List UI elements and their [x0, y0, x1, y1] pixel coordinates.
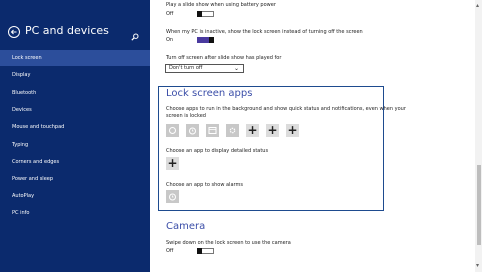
sidebar-item-autoplay[interactable]: AutoPlay [0, 188, 150, 204]
camera-state: Off [166, 248, 174, 254]
lock-app-slot-4[interactable] [226, 124, 239, 137]
plus-icon: + [287, 123, 298, 137]
lock-app-slot-1[interactable] [166, 124, 179, 137]
lock-app-slot-3[interactable] [206, 124, 219, 137]
battery-slideshow-toggle[interactable] [197, 11, 214, 17]
camera-desc: Swipe down on the lock screen to use the… [166, 240, 291, 246]
lock-app-slot-2[interactable] [186, 124, 199, 137]
inactive-lockscreen-toggle[interactable] [197, 37, 214, 43]
plus-icon: + [167, 156, 178, 170]
plus-icon: + [267, 123, 278, 137]
back-arrow-icon[interactable] [8, 26, 20, 38]
detailed-status-label: Choose an app to display detailed status [166, 148, 269, 154]
add-lock-app-button-2[interactable]: + [266, 124, 279, 137]
battery-slideshow-label: Play a slide show when using battery pow… [166, 2, 276, 8]
sidebar-item-lock-screen[interactable]: Lock screen [0, 50, 150, 66]
turnoff-screen-dropdown[interactable]: Don't turn off ⌄ [165, 64, 244, 73]
scroll-down-icon[interactable]: ▾ [476, 262, 479, 269]
camera-toggle[interactable] [197, 248, 214, 254]
inactive-lockscreen-label: When my PC is inactive, show the lock sc… [166, 29, 363, 35]
sidebar: PC and devices Lock screen Display Bluet… [0, 0, 150, 272]
sidebar-item-typing[interactable]: Typing [0, 137, 150, 153]
alarms-app-slot[interactable] [166, 190, 179, 203]
sidebar-item-corners-and-edges[interactable]: Corners and edges [0, 154, 150, 170]
chevron-down-icon: ⌄ [233, 65, 239, 72]
lock-apps-desc-line1: Choose apps to run in the background and… [166, 106, 406, 112]
battery-slideshow-state: Off [166, 11, 174, 17]
sidebar-item-pc-info[interactable]: PC info [0, 205, 150, 221]
turnoff-screen-value: Don't turn off [169, 65, 203, 71]
lock-screen-apps-title: Lock screen apps [166, 88, 253, 99]
inactive-lockscreen-state: On [166, 37, 174, 43]
sidebar-item-mouse-and-touchpad[interactable]: Mouse and touchpad [0, 119, 150, 135]
search-icon[interactable] [131, 26, 139, 45]
add-lock-app-button-3[interactable]: + [286, 124, 299, 137]
add-lock-app-button-1[interactable]: + [246, 124, 259, 137]
turnoff-screen-label: Turn off screen after slide show has pla… [166, 55, 282, 61]
scrollbar-thumb[interactable] [477, 165, 481, 245]
camera-title: Camera [166, 221, 206, 232]
sidebar-item-power-and-sleep[interactable]: Power and sleep [0, 171, 150, 187]
sidebar-title: PC and devices [25, 24, 109, 37]
sidebar-item-bluetooth[interactable]: Bluetooth [0, 85, 150, 101]
sidebar-item-devices[interactable]: Devices [0, 102, 150, 118]
add-detailed-status-app-button[interactable]: + [166, 157, 179, 170]
plus-icon: + [247, 123, 258, 137]
alarms-app-label: Choose an app to show alarms [166, 182, 243, 188]
sidebar-item-display[interactable]: Display [0, 67, 150, 83]
scroll-up-icon[interactable]: ▴ [476, 2, 479, 9]
lock-apps-desc-line2: screen is locked [166, 113, 206, 119]
